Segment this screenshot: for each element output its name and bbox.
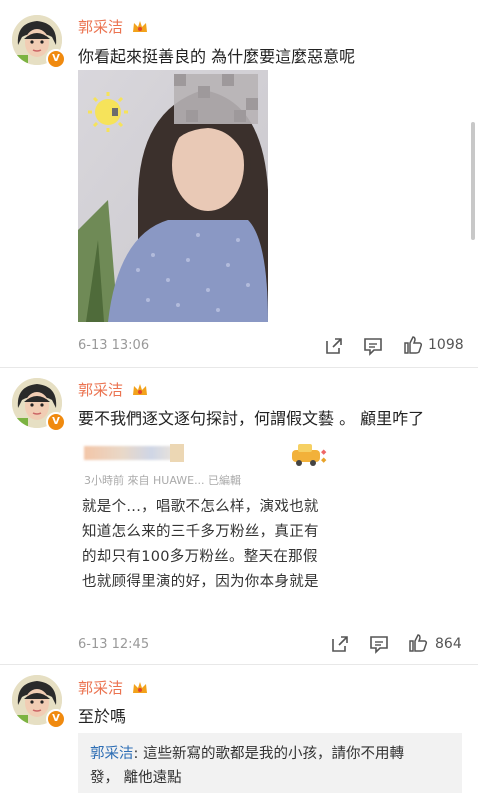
post-text: 至於嗎: [78, 707, 127, 726]
username[interactable]: 郭采洁: [78, 16, 123, 37]
share-icon[interactable]: [329, 633, 351, 655]
embedded-meta: 3小時前 來自 HUAWE... 已編輯: [84, 474, 242, 487]
post-time: 6-13 13:06: [78, 338, 150, 353]
embedded-line: 的却只有100多万粉丝。整天在那假: [82, 549, 318, 565]
divider: [0, 664, 478, 665]
embedded-line: 也就顾得里演的好，因为你本身就是: [82, 574, 319, 590]
quoted-repost[interactable]: 郭采洁: 這些新寫的歌都是我的小孩，請你不用轉 發， 離他遠點: [78, 733, 462, 793]
post-time: 6-13 12:45: [78, 637, 150, 652]
username[interactable]: 郭采洁: [78, 677, 123, 698]
quote-text: : 這些新寫的歌都是我的小孩，請你不用轉: [133, 746, 405, 762]
post-image[interactable]: [78, 70, 268, 322]
crown-icon: [132, 19, 148, 33]
like-count: 864: [435, 636, 462, 652]
quote-username[interactable]: 郭采洁: [90, 746, 134, 762]
like-icon[interactable]: [402, 334, 424, 356]
post-text: 要不我們逐文逐句探討，何謂假文藝 。 顧里咋了: [78, 409, 425, 428]
post-1: V 郭采洁 你看起來挺善良的 為什麼要這麼惡意呢 6-13 13:06 1098: [0, 0, 478, 368]
crown-icon: [132, 382, 148, 396]
verified-badge-icon: V: [46, 49, 66, 69]
quote-line-1: 郭采洁: 這些新寫的歌都是我的小孩，請你不用轉: [90, 742, 404, 763]
embedded-screenshot[interactable]: 3小時前 來自 HUAWE... 已編輯 ◆ ◆ 就是个...，唱歌不怎么样，演戏…: [78, 432, 340, 614]
svg-text:◆: ◆: [321, 448, 327, 456]
sticker-icon: ◆ ◆: [290, 436, 336, 468]
crown-icon: [132, 680, 148, 694]
blurred-username: [84, 446, 180, 460]
share-icon[interactable]: [323, 335, 345, 357]
like-count: 1098: [428, 337, 464, 353]
scrollbar[interactable]: [471, 122, 475, 240]
blurred-tag: [170, 444, 184, 462]
embedded-line: 知道怎么来的三千多万粉丝，真正有: [82, 524, 319, 540]
embedded-line: 就是个...，唱歌不怎么样，演戏也就: [82, 499, 319, 515]
verified-badge-icon: V: [46, 709, 66, 729]
post-text: 你看起來挺善良的 為什麼要這麼惡意呢: [78, 47, 356, 66]
svg-text:◆: ◆: [321, 456, 327, 464]
comment-icon[interactable]: [368, 633, 390, 655]
verified-badge-icon: V: [46, 412, 66, 432]
like-icon[interactable]: [407, 632, 429, 654]
username[interactable]: 郭采洁: [78, 379, 123, 400]
quote-line-2: 發， 離他遠點: [90, 770, 182, 786]
comment-icon[interactable]: [362, 335, 384, 357]
